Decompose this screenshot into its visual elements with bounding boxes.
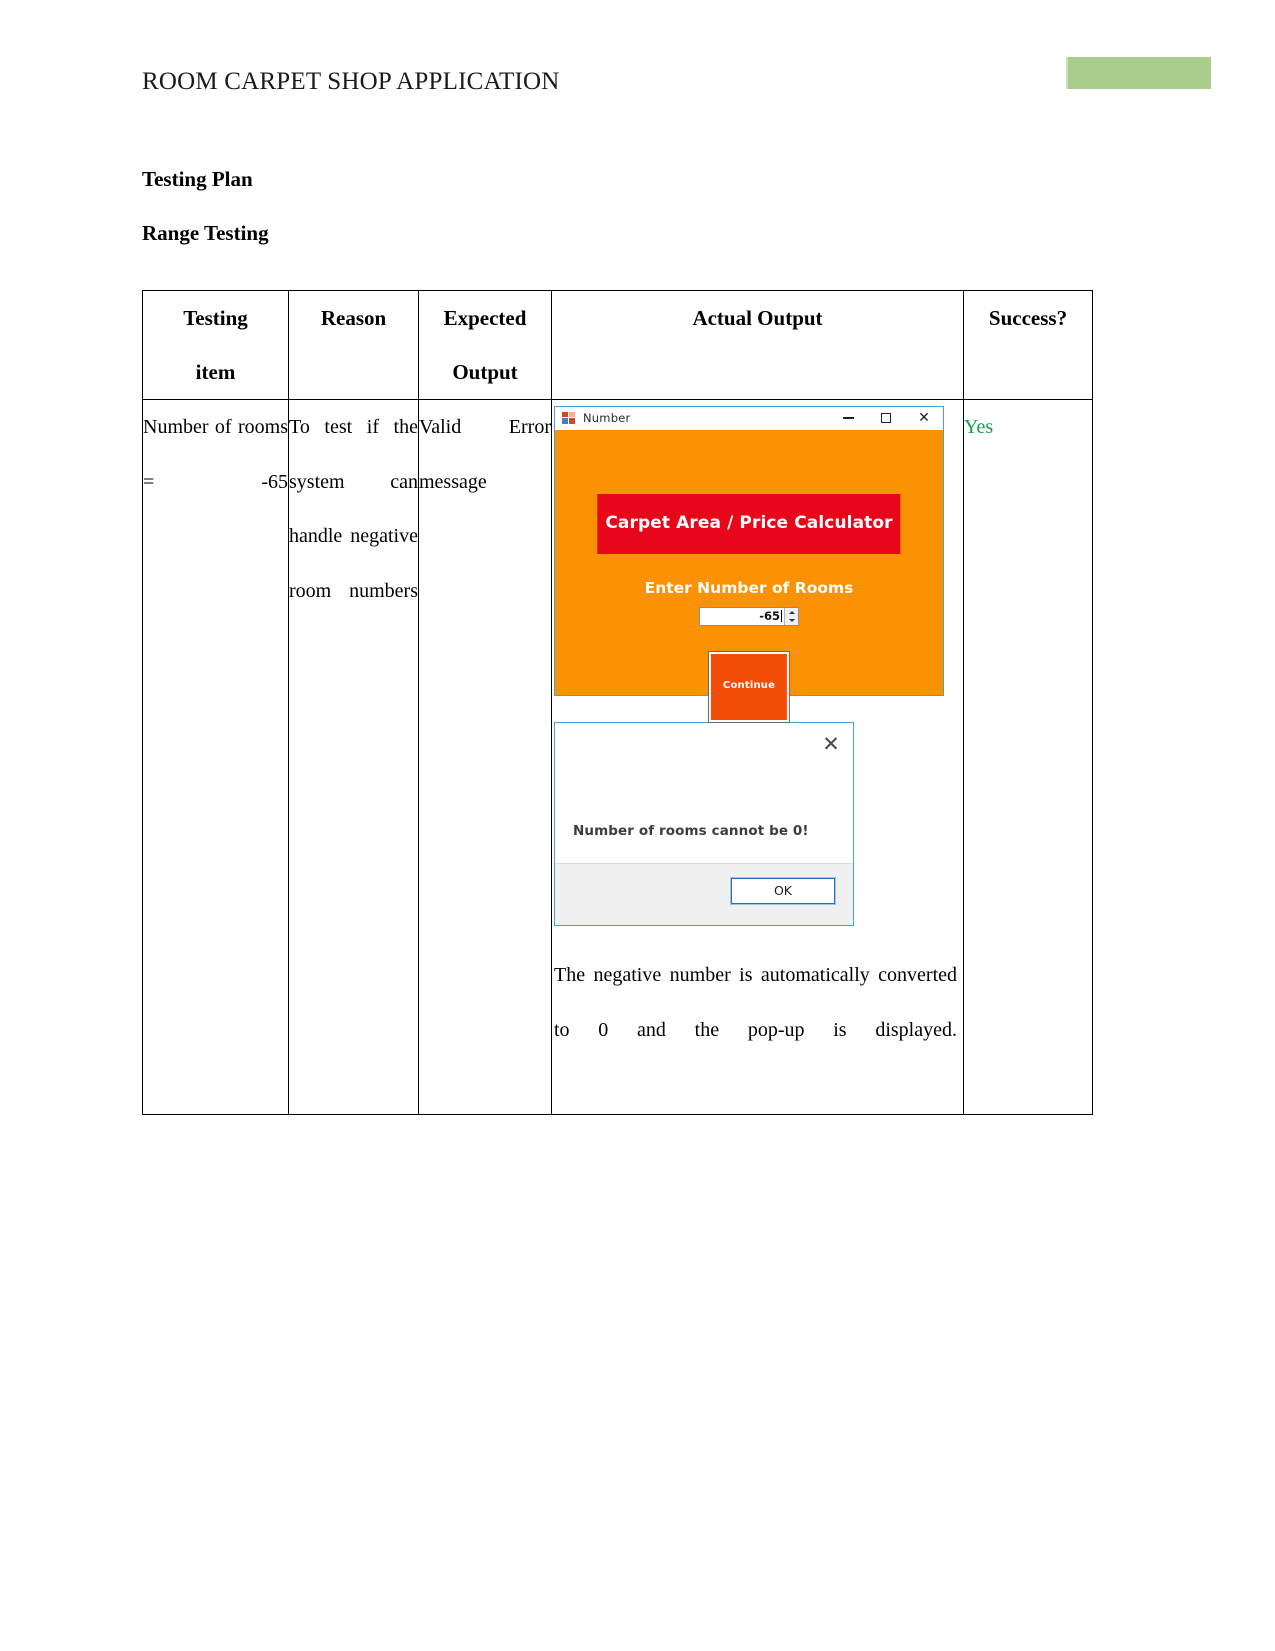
cell-expected-output: Valid Error message — [418, 399, 552, 1115]
app-form-body: Carpet Area / Price Calculator Enter Num… — [555, 430, 943, 723]
close-glyph: ✕ — [918, 410, 930, 426]
heading-testing-plan: Testing Plan — [142, 167, 253, 191]
testing-item-text: Number of rooms = -65 — [143, 416, 288, 493]
dialog-message-text: Number of rooms cannot be 0! — [573, 823, 809, 839]
dialog-close-icon[interactable]: ✕ — [820, 733, 842, 755]
stepper-arrows[interactable] — [784, 608, 798, 625]
testing-item-line2: item — [195, 360, 236, 384]
header-accent-block — [1066, 57, 1211, 89]
rooms-input-value[interactable]: -65 — [700, 608, 784, 625]
cell-actual-output: Number ✕ Carpet Area / Price Calculator … — [551, 399, 964, 1115]
form-title-banner: Carpet Area / Price Calculator — [597, 494, 901, 554]
error-dialog-screenshot: ✕ Number of rooms cannot be 0! OK — [554, 722, 854, 926]
cell-testing-item: Number of rooms = -65 — [142, 399, 289, 1115]
rooms-value-text: -65 — [759, 609, 780, 623]
table-row: Number of rooms = -65 To test if the sys… — [142, 399, 1093, 1115]
testing-item-line1: Testing — [183, 306, 248, 330]
column-header-expected-output: Expected Output — [418, 290, 552, 400]
window-controls: ✕ — [829, 407, 943, 429]
maximize-icon[interactable] — [867, 407, 905, 429]
range-testing-table: Testing item Reason Expected Output Actu… — [142, 290, 1093, 1115]
table-header-row: Testing item Reason Expected Output Actu… — [142, 290, 1093, 400]
heading-range-testing: Range Testing — [142, 221, 269, 245]
dialog-footer: OK — [555, 863, 853, 925]
cell-reason: To test if the system can handle negativ… — [288, 399, 419, 1115]
app-window-titlebar: Number ✕ — [555, 407, 943, 430]
dialog-ok-button[interactable]: OK — [730, 877, 836, 905]
app-window-screenshot: Number ✕ Carpet Area / Price Calculator … — [554, 406, 944, 723]
cell-success: Yes — [963, 399, 1093, 1115]
column-header-reason: Reason — [288, 290, 419, 400]
column-header-actual-output: Actual Output — [551, 290, 964, 400]
minimize-icon[interactable] — [829, 407, 867, 429]
stepper-down-icon[interactable] — [785, 617, 798, 626]
column-header-success: Success? — [963, 290, 1093, 400]
expected-output-text: Valid Error message — [419, 416, 551, 493]
close-icon[interactable]: ✕ — [905, 407, 943, 429]
expected-output-line1: Expected — [443, 306, 527, 330]
column-header-testing-item: Testing item — [142, 290, 289, 400]
stepper-up-icon[interactable] — [785, 608, 798, 617]
page-title: ROOM CARPET SHOP APPLICATION — [142, 68, 560, 95]
dialog-body: ✕ Number of rooms cannot be 0! — [555, 723, 853, 863]
rooms-number-stepper[interactable]: -65 — [699, 607, 799, 626]
vs-form-icon — [562, 411, 576, 425]
actual-output-caption: The negative number is automatically con… — [554, 964, 957, 1041]
reason-text: To test if the system can handle negativ… — [289, 416, 418, 602]
text-caret — [781, 610, 782, 622]
expected-output-line2: Output — [452, 360, 518, 384]
continue-button[interactable]: Continue — [707, 651, 791, 723]
